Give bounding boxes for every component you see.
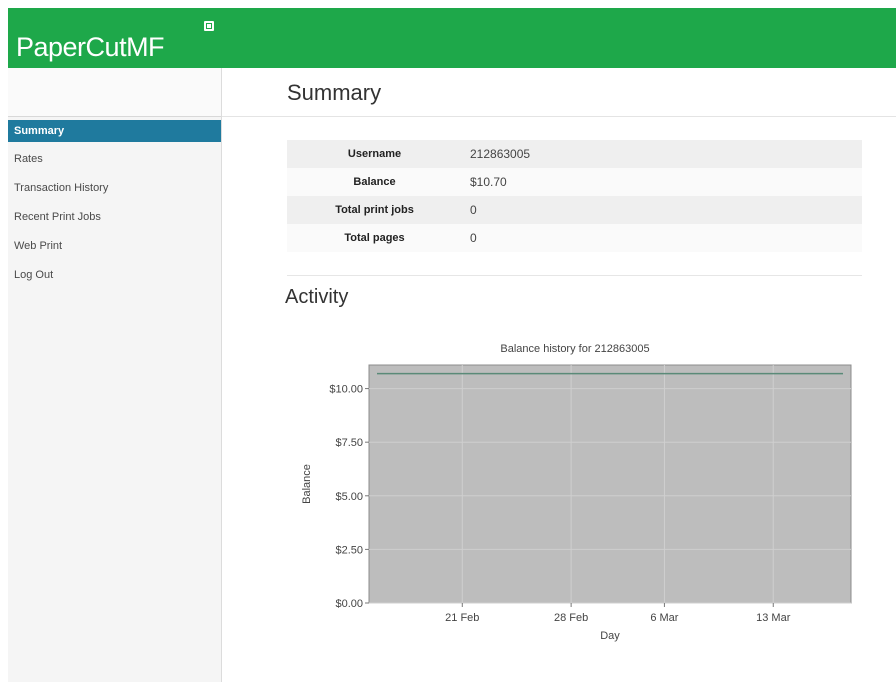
summary-label: Username bbox=[287, 140, 462, 168]
nav-item-transaction-history[interactable]: Transaction History bbox=[8, 174, 221, 203]
x-tick-label: 13 Mar bbox=[756, 612, 791, 624]
x-tick-label: 28 Feb bbox=[554, 612, 588, 624]
x-axis-ticks: 21 Feb 28 Feb 6 Mar 13 Mar bbox=[445, 603, 791, 624]
nav-item-web-print[interactable]: Web Print bbox=[8, 232, 221, 261]
chart-title: Balance history for 212863005 bbox=[500, 343, 649, 355]
logo-mark-icon bbox=[204, 21, 214, 31]
y-tick-label: $2.50 bbox=[335, 544, 363, 556]
x-tick-label: 21 Feb bbox=[445, 612, 479, 624]
summary-row-total-pages: Total pages 0 bbox=[287, 224, 862, 252]
nav-item-log-out[interactable]: Log Out bbox=[8, 261, 221, 290]
summary-value: $10.70 bbox=[462, 168, 862, 196]
summary-label: Balance bbox=[287, 168, 462, 196]
y-tick-label: $5.00 bbox=[335, 491, 363, 503]
summary-value: 0 bbox=[462, 224, 862, 252]
nav-menu: Summary Rates Transaction History Recent… bbox=[8, 120, 221, 290]
app-header: PaperCutMF bbox=[8, 8, 896, 68]
balance-history-chart: Balance history for 212863005 $0.00 $2.50… bbox=[301, 343, 852, 642]
x-axis-label: Day bbox=[600, 630, 620, 642]
summary-row-total-print-jobs: Total print jobs 0 bbox=[287, 196, 862, 224]
y-tick-label: $10.00 bbox=[329, 384, 363, 396]
summary-table: Username 212863005 Balance $10.70 Total … bbox=[287, 140, 862, 252]
summary-value: 212863005 bbox=[462, 140, 862, 168]
y-tick-label: $0.00 bbox=[335, 598, 363, 610]
sidebar: Summary Rates Transaction History Recent… bbox=[8, 68, 222, 682]
summary-value: 0 bbox=[462, 196, 862, 224]
section-divider bbox=[287, 275, 862, 276]
title-divider bbox=[222, 116, 896, 117]
page-title: Summary bbox=[287, 80, 382, 105]
x-tick-label: 6 Mar bbox=[650, 612, 678, 624]
summary-row-username: Username 212863005 bbox=[287, 140, 862, 168]
plot-area bbox=[368, 364, 852, 604]
y-tick-label: $7.50 bbox=[335, 437, 363, 449]
summary-row-balance: Balance $10.70 bbox=[287, 168, 862, 196]
nav-item-recent-print-jobs[interactable]: Recent Print Jobs bbox=[8, 203, 221, 232]
summary-label: Total print jobs bbox=[287, 196, 462, 224]
activity-heading: Activity bbox=[285, 286, 349, 308]
sidebar-top bbox=[8, 68, 221, 117]
nav-item-summary[interactable]: Summary bbox=[8, 120, 221, 142]
y-axis-label: Balance bbox=[301, 464, 313, 504]
summary-label: Total pages bbox=[287, 224, 462, 252]
papercut-logo[interactable]: PaperCutMF bbox=[16, 32, 165, 63]
nav-item-rates[interactable]: Rates bbox=[8, 145, 221, 174]
y-axis-ticks: $0.00 $2.50 $5.00 $7.50 $10.00 bbox=[329, 384, 369, 610]
